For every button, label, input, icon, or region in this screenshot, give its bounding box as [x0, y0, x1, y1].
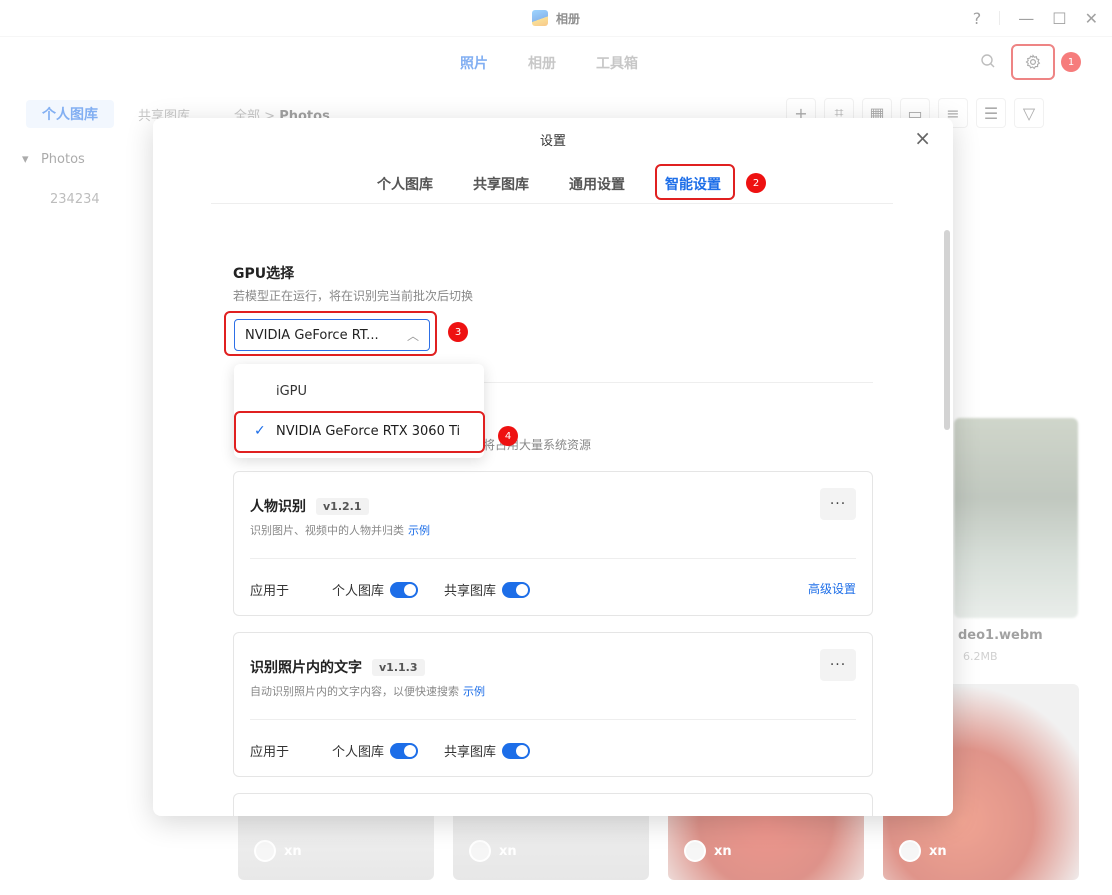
- model-title: 人物识别 v1.2.1: [250, 496, 369, 516]
- apply-row: 应用于 个人图库 共享图库: [250, 741, 556, 760]
- tab-personal-library[interactable]: 个人图库: [377, 174, 433, 194]
- tab-shared-library[interactable]: 共享图库: [473, 174, 529, 194]
- tabs-divider: [211, 203, 893, 204]
- advanced-settings-link[interactable]: 高级设置: [808, 580, 856, 597]
- section-divider: [483, 382, 873, 383]
- model-description-text: 识别图片、视频中的人物并归类: [250, 524, 404, 537]
- model-card-text-recognition: 识别照片内的文字 v1.1.3 自动识别照片内的文字内容，以便快速搜索 示例 ··…: [233, 632, 873, 777]
- shared-library-toggle[interactable]: [502, 742, 531, 759]
- gpu-select[interactable]: NVIDIA GeForce RT... ︿: [234, 319, 430, 351]
- example-link[interactable]: 示例: [463, 685, 485, 698]
- model-description: 自动识别照片内的文字内容，以便快速搜索 示例: [250, 683, 485, 699]
- step-badge-3: 3: [448, 322, 468, 342]
- shared-toggle-label: 共享图库: [444, 584, 497, 599]
- model-version: v1.2.1: [316, 497, 369, 515]
- model-name: 人物识别: [250, 499, 306, 515]
- highlight-box-smart-tab: [655, 164, 735, 200]
- model-card-person-recognition: 人物识别 v1.2.1 识别图片、视频中的人物并归类 示例 ··· 应用于 个人图…: [233, 471, 873, 616]
- highlight-box-gpu-select: NVIDIA GeForce RT... ︿: [224, 311, 437, 356]
- model-name: 识别照片内的文字: [250, 660, 362, 676]
- gpu-option-label: iGPU: [276, 383, 308, 399]
- chevron-up-icon: ︿: [406, 328, 419, 343]
- close-icon[interactable]: ×: [914, 126, 931, 150]
- card-divider: [250, 719, 856, 720]
- shared-library-toggle[interactable]: [502, 581, 531, 598]
- model-description-text: 自动识别照片内的文字内容，以便快速搜索: [250, 685, 459, 698]
- personal-toggle-label: 个人图库: [332, 584, 385, 599]
- gpu-section-description: 若模型正在运行，将在识别完当前批次后切换: [233, 289, 474, 303]
- personal-library-toggle[interactable]: [390, 581, 419, 598]
- personal-library-toggle[interactable]: [390, 742, 419, 759]
- apply-row: 应用于 个人图库 共享图库: [250, 580, 556, 599]
- dialog-scrollbar[interactable]: [944, 230, 950, 430]
- shared-toggle-label: 共享图库: [444, 745, 497, 760]
- model-card-partial: [233, 793, 873, 816]
- model-title: 识别照片内的文字 v1.1.3: [250, 657, 425, 677]
- highlight-box-nvidia-option: [234, 411, 485, 453]
- personal-toggle-label: 个人图库: [332, 745, 385, 760]
- model-version: v1.1.3: [372, 658, 425, 676]
- settings-dialog: 设置 × 个人图库 共享图库 通用设置 智能设置 2 GPU选择 若模型正在运行…: [153, 118, 953, 816]
- gpu-select-value: NVIDIA GeForce RT...: [245, 327, 379, 343]
- apply-label: 应用于: [250, 745, 290, 760]
- model-description: 识别图片、视频中的人物并归类 示例: [250, 522, 430, 538]
- apply-label: 应用于: [250, 584, 290, 599]
- step-badge-2: 2: [746, 173, 766, 193]
- gpu-option-igpu[interactable]: iGPU: [234, 372, 484, 410]
- example-link[interactable]: 示例: [408, 524, 430, 537]
- card-divider: [250, 558, 856, 559]
- tab-general-settings[interactable]: 通用设置: [569, 174, 625, 194]
- more-options-button[interactable]: ···: [820, 649, 856, 681]
- step-badge-4: 4: [498, 426, 518, 446]
- gpu-section-title: GPU选择: [233, 266, 295, 282]
- dialog-title: 设置: [539, 134, 566, 149]
- more-options-button[interactable]: ···: [820, 488, 856, 520]
